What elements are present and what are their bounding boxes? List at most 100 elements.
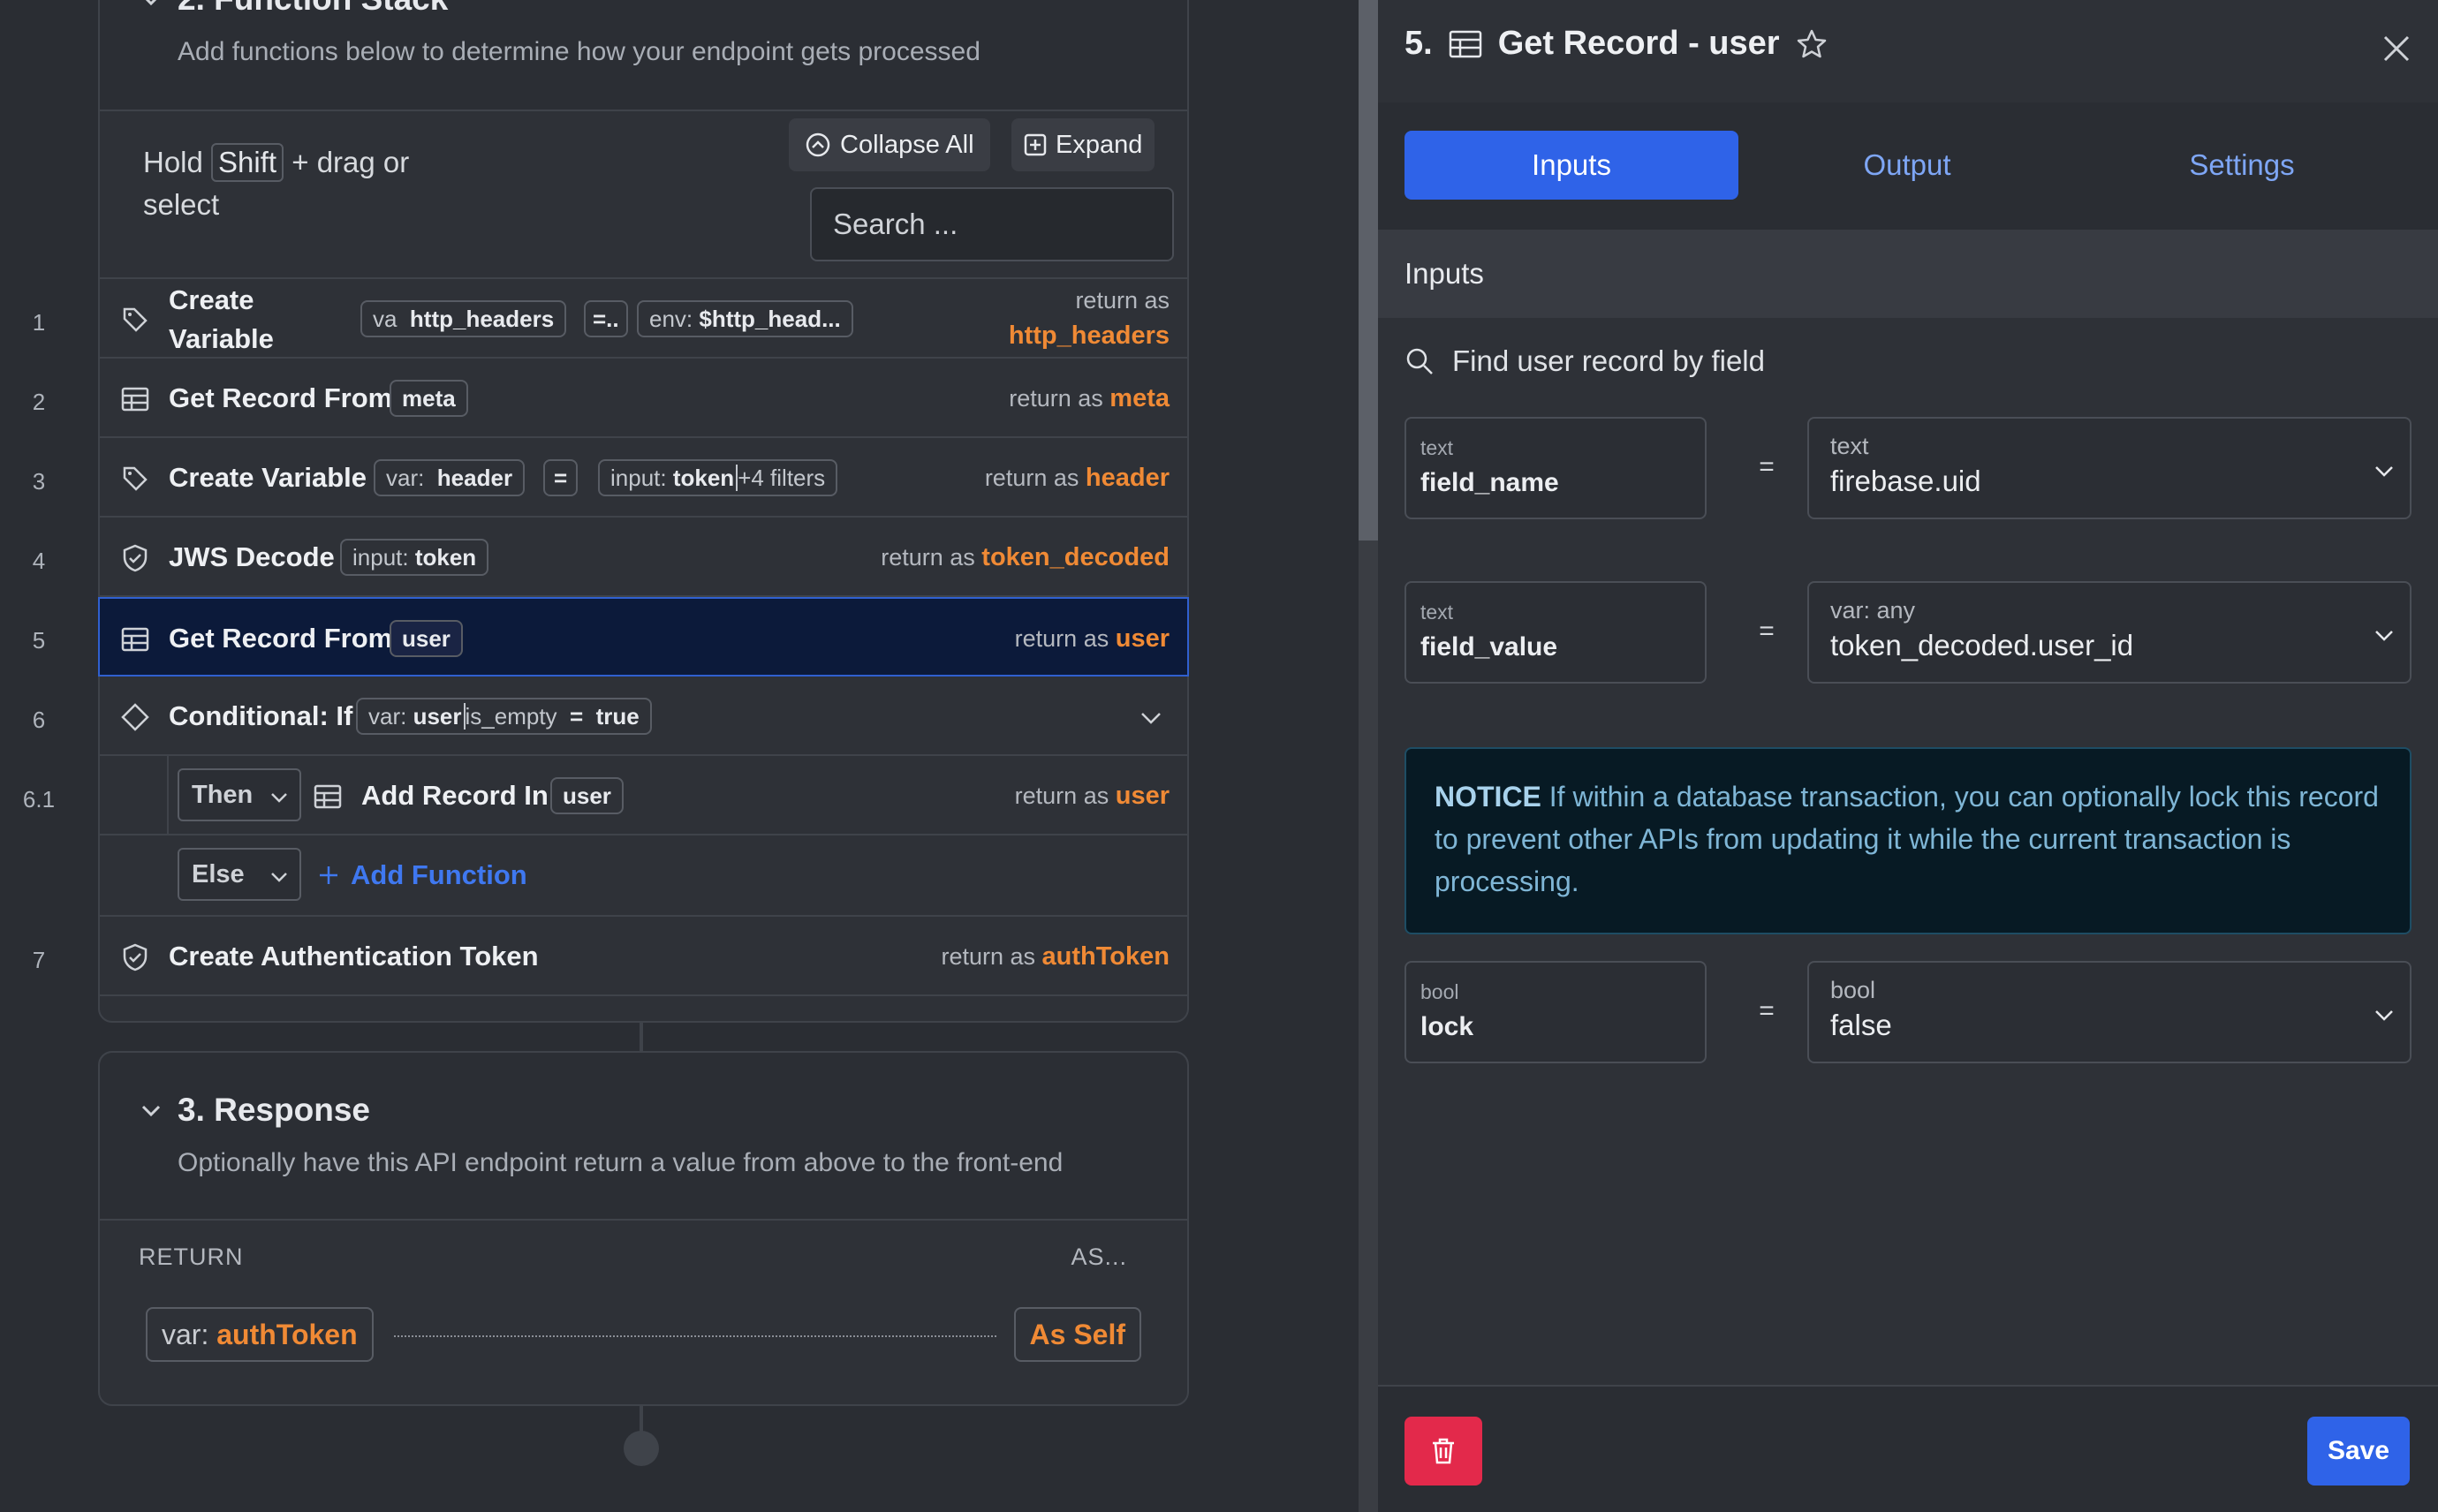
save-button[interactable]: Save	[2307, 1417, 2410, 1486]
dotted-connector	[394, 1335, 996, 1337]
field-type: bool	[1420, 980, 1459, 1003]
chip-value: =..	[593, 306, 619, 332]
operator-chip[interactable]: =..	[584, 300, 628, 337]
chip-value: meta	[402, 385, 456, 412]
line-number: 6.1	[22, 786, 56, 813]
line-number: 5	[32, 627, 46, 654]
field-name-value-dropdown[interactable]: text firebase.uid	[1807, 417, 2412, 519]
chevron-down-icon[interactable]	[1138, 705, 1164, 731]
chip-prefix: input:	[610, 465, 667, 491]
chip-prefix: env:	[649, 306, 693, 332]
else-label: Else	[192, 860, 245, 888]
stack-row-create-variable[interactable]: Create Variable va http_headers =.. env:…	[100, 279, 1187, 359]
shield-check-icon	[123, 943, 148, 971]
close-icon[interactable]	[2381, 34, 2412, 64]
chip-value: header	[436, 465, 513, 491]
return-label: return as http_headers	[1009, 283, 1170, 353]
trash-icon	[1433, 1438, 1454, 1464]
then-dropdown[interactable]: Then	[178, 768, 301, 821]
value-type: bool	[1830, 977, 1876, 1003]
expand-label: Expand	[1056, 130, 1143, 159]
shield-check-icon	[123, 544, 148, 572]
stack-row-create-variable-header[interactable]: Create Variable var: header = input: tok…	[100, 438, 1187, 518]
search-input[interactable]: Search ...	[810, 187, 1174, 261]
tab-settings[interactable]: Settings	[2075, 131, 2409, 200]
variable-chip[interactable]: var: header	[374, 459, 526, 496]
field-name-box[interactable]: text field_name	[1404, 417, 1707, 519]
hint-text: Hold	[143, 146, 203, 178]
collapse-all-label: Collapse All	[840, 130, 974, 159]
line-number: 6	[32, 707, 46, 733]
return-variable: http_headers	[1008, 321, 1170, 350]
drag-hint: Hold Shift + drag or select	[143, 141, 479, 226]
find-record-text: Find user record by field	[1452, 344, 1765, 377]
field-value-box[interactable]: text field_value	[1404, 581, 1707, 684]
panel-title-number: 5.	[1404, 25, 1433, 62]
chevron-down-icon	[271, 873, 287, 882]
scrollbar-thumb[interactable]	[1359, 0, 1378, 541]
stack-row-get-record-user[interactable]: Get Record From user return as user	[98, 597, 1189, 677]
chip-value: =	[554, 465, 568, 491]
equals-sign: =	[1759, 996, 1775, 1025]
chip-operator: =	[570, 703, 584, 730]
line-number: 3	[32, 468, 46, 495]
row-title: Create Variable	[169, 462, 367, 493]
tab-output[interactable]: Output	[1740, 131, 2074, 200]
equals-sign: =	[1759, 452, 1775, 481]
return-variable: header	[1085, 464, 1170, 492]
lock-value-dropdown[interactable]: bool false	[1807, 961, 2412, 1063]
field-key: field_name	[1420, 468, 1559, 497]
field-key: lock	[1420, 1012, 1474, 1041]
return-label: return as authToken	[941, 917, 1170, 996]
expand-button[interactable]: Expand	[1011, 118, 1155, 171]
value-type: var: any	[1830, 597, 1916, 624]
condition-chip[interactable]: var: user is_empty = true	[356, 698, 652, 735]
diamond-icon	[121, 703, 149, 731]
star-icon[interactable]	[1796, 28, 1828, 60]
line-number: 7	[32, 947, 46, 973]
delete-button[interactable]	[1404, 1417, 1482, 1486]
table-chip[interactable]: user	[390, 620, 463, 657]
value-chip[interactable]: env: $http_head...	[637, 300, 853, 337]
row-title: Conditional: If	[169, 700, 353, 731]
chevron-down-icon[interactable]	[139, 0, 163, 12]
stack-row-then[interactable]: Then Add Record In user return as user	[100, 756, 1187, 917]
chip-prefix: va	[373, 306, 398, 332]
variable-chip[interactable]: va http_headers	[360, 300, 567, 337]
response-card: 3. Response Optionally have this API end…	[98, 1051, 1189, 1406]
as-self-chip[interactable]: As Self	[1013, 1307, 1141, 1362]
return-as-text: return as	[881, 544, 975, 571]
add-function-button[interactable]: Add Function	[317, 835, 527, 915]
value-chip[interactable]: input: token +4 filters	[598, 459, 838, 496]
section-title: 3. Response	[178, 1092, 370, 1128]
stack-row-jws-decode[interactable]: JWS Decode input: token return as token_…	[100, 518, 1187, 597]
function-stack-card: 2. Function Stack Add functions below to…	[98, 0, 1189, 1023]
input-chip[interactable]: input: token	[340, 539, 489, 576]
field-type: text	[1420, 601, 1454, 624]
chevron-down-icon[interactable]	[139, 1099, 163, 1123]
chevron-down-icon	[2375, 466, 2393, 477]
chip-filters: +4 filters	[736, 465, 826, 491]
stack-row-create-auth-token[interactable]: Create Authentication Token return as au…	[100, 917, 1187, 996]
tab-inputs[interactable]: Inputs	[1404, 131, 1738, 200]
stack-row-get-record-meta[interactable]: Get Record From meta return as meta	[100, 359, 1187, 438]
return-variable: authToken	[1041, 942, 1170, 971]
table-chip[interactable]: user	[550, 777, 624, 814]
panel-title-text: Get Record - user	[1497, 25, 1780, 62]
else-dropdown[interactable]: Else	[178, 848, 301, 901]
line-number: 1	[32, 309, 46, 336]
field-value-value-dropdown[interactable]: var: any token_decoded.user_id	[1807, 581, 2412, 684]
collapse-all-button[interactable]: Collapse All	[789, 118, 990, 171]
stack-row-conditional[interactable]: Conditional: If var: user is_empty = true	[100, 677, 1187, 756]
return-value-chip[interactable]: var: authToken	[146, 1307, 374, 1362]
table-icon	[1449, 30, 1481, 57]
connector-line	[640, 1023, 643, 1053]
return-as-text: return as	[1075, 287, 1170, 314]
return-label: return as meta	[1009, 359, 1170, 438]
table-chip[interactable]: meta	[390, 380, 468, 417]
stack-row-else[interactable]: Else Add Function	[100, 835, 1187, 917]
chevron-down-icon	[2375, 631, 2393, 641]
operator-chip[interactable]: =	[543, 459, 579, 496]
lock-field-box[interactable]: bool lock	[1404, 961, 1707, 1063]
collapse-icon	[806, 132, 830, 157]
